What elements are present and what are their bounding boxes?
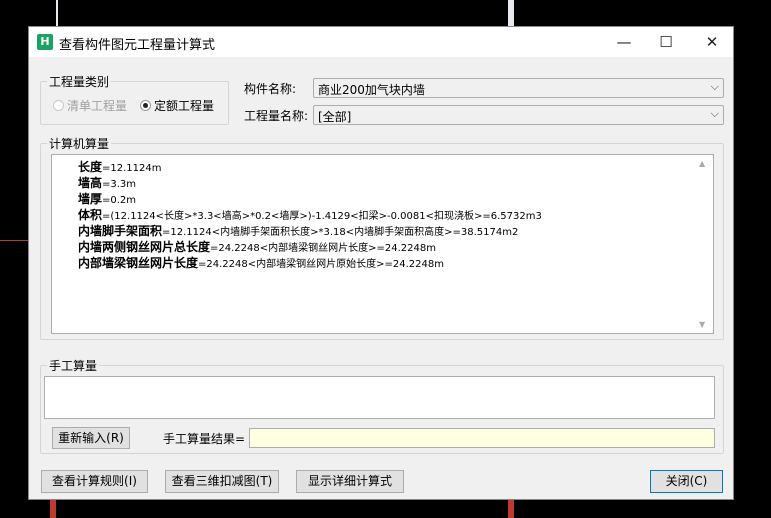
- calc-line: 长度=12.1124m: [78, 160, 162, 174]
- minimize-button[interactable]: —: [601, 27, 647, 57]
- manual-calc-legend: 手工算量: [47, 357, 100, 374]
- scroll-up-icon[interactable]: ▲: [699, 159, 705, 168]
- chevron-down-icon: ⌵: [710, 80, 719, 93]
- view-rules-button[interactable]: 查看计算规则(I): [41, 470, 148, 493]
- radio-quota-qty-label: 定额工程量: [154, 99, 215, 113]
- close-button[interactable]: 关闭(C): [650, 470, 723, 493]
- close-window-button[interactable]: ✕: [689, 27, 735, 57]
- reinput-button[interactable]: 重新输入(R): [52, 427, 130, 449]
- calc-formula-dialog: H 查看构件图元工程量计算式 — ☐ ✕ 工程量类别 清单工程量 定额工程量 构…: [28, 26, 734, 500]
- qty-name-select[interactable]: [全部] ⌵: [313, 105, 724, 125]
- background-marker: [50, 500, 56, 518]
- calc-line: 内墙脚手架面积=12.1124<内墙脚手架面积长度>*3.18<内墙脚手架面积高…: [78, 224, 519, 238]
- component-name-value: 商业200加气块内墙: [318, 83, 425, 97]
- manual-calc-group: 手工算量 重新输入(R) 手工算量结果=: [40, 357, 724, 454]
- calc-line: 墙高=3.3m: [78, 176, 137, 190]
- chevron-down-icon: ⌵: [710, 107, 719, 120]
- scroll-down-icon[interactable]: ▼: [699, 320, 705, 329]
- radio-list-qty-label: 清单工程量: [67, 99, 128, 113]
- background-marker: [508, 500, 514, 518]
- qty-name-label: 工程量名称:: [244, 109, 309, 123]
- computer-calc-group: 计算机算量 长度=12.1124m 墙高=3.3m 墙厚=0.2m 体积=(12…: [40, 135, 724, 340]
- maximize-button[interactable]: ☐: [643, 27, 689, 57]
- radio-list-qty[interactable]: 清单工程量: [53, 97, 127, 114]
- component-name-select[interactable]: 商业200加气块内墙 ⌵: [313, 78, 724, 98]
- manual-result-label: 手工算量结果=: [163, 432, 246, 446]
- title-bar: H 查看构件图元工程量计算式 — ☐ ✕: [29, 27, 733, 57]
- background-line: [56, 0, 58, 26]
- qty-type-legend: 工程量类别: [47, 73, 112, 90]
- manual-calc-textarea[interactable]: [44, 376, 715, 419]
- view-3d-deduction-button[interactable]: 查看三维扣减图(T): [165, 470, 279, 493]
- app-icon: H: [37, 34, 53, 50]
- dialog-title: 查看构件图元工程量计算式: [59, 38, 216, 53]
- show-detail-formula-button[interactable]: 显示详细计算式: [296, 470, 404, 493]
- radio-quota-qty[interactable]: 定额工程量: [140, 97, 214, 114]
- calc-line: 内部墙梁钢丝网片长度=24.2248<内部墙梁钢丝网片原始长度>=24.2248…: [78, 256, 444, 270]
- background-line: [508, 0, 514, 26]
- background-marker: [0, 240, 28, 241]
- calc-line: 墙厚=0.2m: [78, 192, 137, 206]
- manual-result-input[interactable]: [249, 428, 715, 448]
- radio-circle-icon: [53, 100, 64, 111]
- calc-line: 内墙两侧钢丝网片总长度=24.2248<内部墙梁钢丝网片长度>=24.2248m: [78, 240, 436, 254]
- component-name-label: 构件名称:: [244, 82, 297, 96]
- radio-checked-icon: [140, 100, 151, 111]
- qty-name-value: [全部]: [318, 110, 352, 124]
- computer-calc-textarea[interactable]: 长度=12.1124m 墙高=3.3m 墙厚=0.2m 体积=(12.1124<…: [51, 154, 714, 334]
- vertical-scrollbar[interactable]: ▲ ▼: [696, 155, 713, 333]
- computer-calc-legend: 计算机算量: [47, 135, 112, 152]
- calc-line: 体积=(12.1124<长度>*3.3<墙高>*0.2<墙厚>)-1.4129<…: [78, 208, 542, 222]
- qty-type-group: 工程量类别 清单工程量 定额工程量: [40, 73, 229, 125]
